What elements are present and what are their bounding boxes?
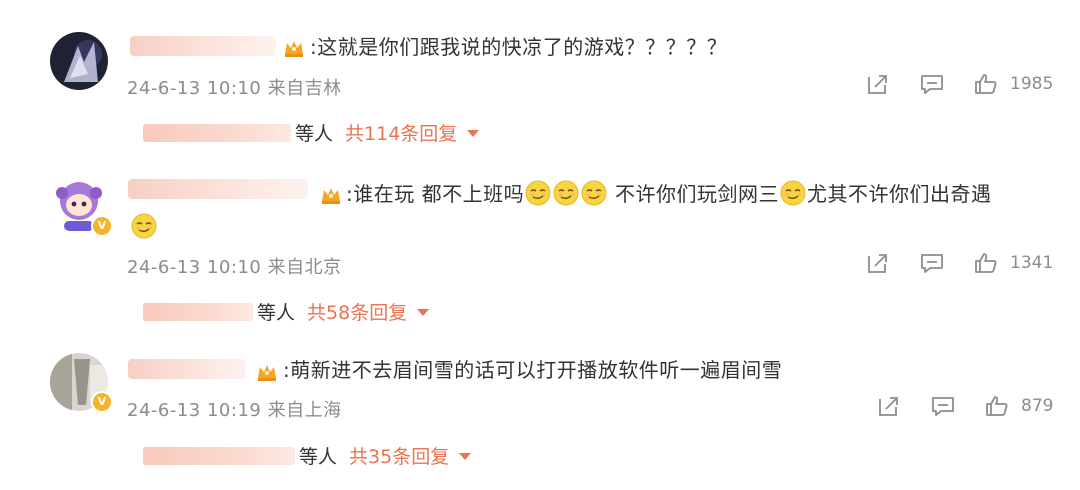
comment-location: 来自吉林 <box>267 78 342 99</box>
smirk-emoji-icon <box>525 180 551 206</box>
like-count: 879 <box>1021 396 1054 416</box>
comment-time: 24-6-13 10:10 <box>127 78 262 99</box>
comment-icon[interactable] <box>920 72 944 96</box>
share-icon[interactable] <box>866 72 890 96</box>
comment-item: :这就是你们跟我说的快凉了的游戏？？？？？ 24-6-13 10:10 来自吉林… <box>0 0 1080 155</box>
comment-icon[interactable] <box>931 394 955 418</box>
share-icon[interactable] <box>866 251 890 275</box>
comment-text: :谁在玩 都不上班吗 不许你们玩剑网三 尤其不许你们出奇遇 <box>346 180 991 208</box>
reply-summary[interactable]: 等人 共35条回复 <box>143 442 472 469</box>
like-icon[interactable] <box>985 394 1009 418</box>
caret-down-icon[interactable] <box>417 309 430 316</box>
comment-actions: 1341 <box>866 251 1053 275</box>
verified-badge-icon: V <box>91 391 113 413</box>
verified-badge-icon: V <box>91 215 113 237</box>
comment-text-part: 尤其不许你们出奇遇 <box>806 182 992 206</box>
comment-icon[interactable] <box>920 251 944 275</box>
smirk-emoji-icon <box>780 180 806 206</box>
comment-location: 来自北京 <box>267 257 342 278</box>
smirk-emoji-icon <box>131 213 157 239</box>
avatar[interactable] <box>50 32 108 90</box>
crown-icon <box>283 37 305 59</box>
comment-item: V :谁在玩 都不上班吗 不许你们玩剑网三 尤其不许你们出奇遇 24-6-13 1… <box>0 155 1080 335</box>
comment-text: :这就是你们跟我说的快凉了的游戏？？？？？ <box>310 35 728 59</box>
comment-actions: 1985 <box>866 72 1053 96</box>
like-icon[interactable] <box>974 251 998 275</box>
crown-icon <box>256 361 278 383</box>
like-icon[interactable] <box>974 72 998 96</box>
reply-summary[interactable]: 等人 共58条回复 <box>143 298 430 325</box>
reply-suffix: 等人 <box>295 123 334 145</box>
smirk-emoji-icon <box>581 180 607 206</box>
reply-names-redacted <box>143 302 253 321</box>
comment-text-part: 不许你们玩剑网三 <box>608 182 779 206</box>
crown-icon <box>320 184 342 206</box>
comment-text-part: :谁在玩 都不上班吗 <box>346 182 525 206</box>
comment-time: 24-6-13 10:19 <box>127 400 262 421</box>
reply-suffix: 等人 <box>257 302 296 324</box>
reply-suffix: 等人 <box>299 446 338 468</box>
comment-actions: 879 <box>877 394 1053 418</box>
caret-down-icon[interactable] <box>459 453 472 460</box>
avatar-icon <box>50 32 108 90</box>
comment-location: 来自上海 <box>267 400 342 421</box>
reply-names-redacted <box>143 123 291 142</box>
reply-count-link[interactable]: 共58条回复 <box>307 298 407 325</box>
username-redacted[interactable] <box>128 179 308 199</box>
comment-meta: 24-6-13 10:19 来自上海 <box>127 396 342 422</box>
comment-time: 24-6-13 10:10 <box>127 257 262 278</box>
reply-summary[interactable]: 等人 共114条回复 <box>143 119 480 146</box>
comment-item: V :萌新进不去眉间雪的话可以打开播放软件听一遍眉间雪 24-6-13 10:1… <box>0 335 1080 490</box>
smirk-emoji-icon <box>553 180 579 206</box>
comment-text: :萌新进不去眉间雪的话可以打开播放软件听一遍眉间雪 <box>283 358 783 382</box>
reply-count-link[interactable]: 共114条回复 <box>345 119 457 146</box>
reply-count-link[interactable]: 共35条回复 <box>349 442 449 469</box>
like-count: 1985 <box>1010 74 1054 94</box>
comment-meta: 24-6-13 10:10 来自吉林 <box>127 74 342 100</box>
username-redacted[interactable] <box>128 359 246 379</box>
comment-meta: 24-6-13 10:10 来自北京 <box>127 253 342 279</box>
share-icon[interactable] <box>877 394 901 418</box>
username-redacted[interactable] <box>130 36 276 56</box>
like-count: 1341 <box>1010 253 1054 273</box>
caret-down-icon[interactable] <box>467 130 480 137</box>
reply-names-redacted <box>143 446 295 465</box>
